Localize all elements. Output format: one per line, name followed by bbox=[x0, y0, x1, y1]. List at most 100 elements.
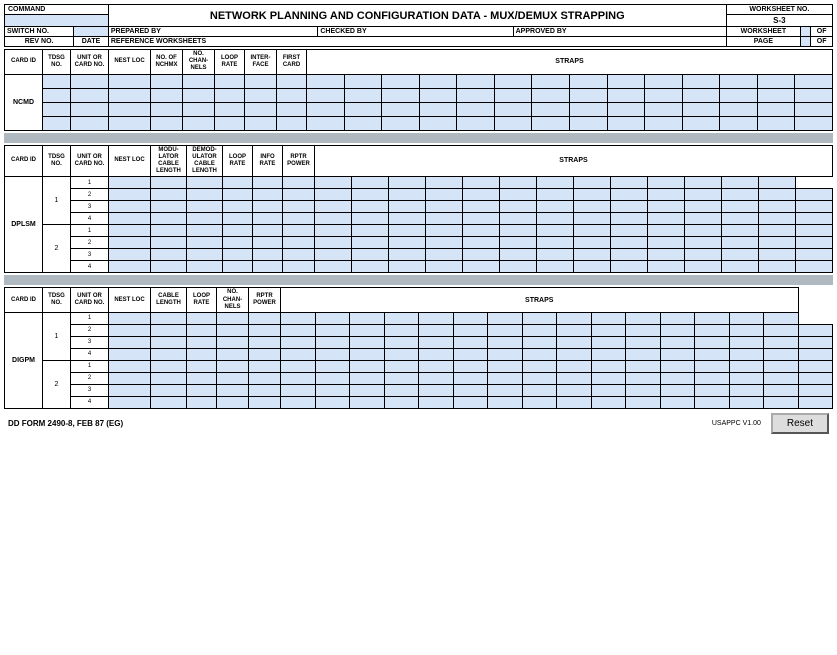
digpm-g2-r1: 2 1 bbox=[5, 360, 833, 372]
ncmd-data-cell[interactable] bbox=[71, 74, 109, 88]
dplsm-g2-r3-num: 3 bbox=[71, 249, 109, 261]
digpm-col-rptr: RPTR POWER bbox=[249, 288, 281, 313]
digpm-col-cable: CABLE LENGTH bbox=[151, 288, 187, 313]
ncmd-col-first-card: FIRST CARD bbox=[277, 50, 307, 75]
digpm-label: DIGPM bbox=[5, 312, 43, 408]
ncmd-row-3 bbox=[5, 102, 833, 116]
dplsm-g1-r1-num: 1 bbox=[71, 177, 109, 189]
digpm-g2-r3: 3 bbox=[5, 384, 833, 396]
dplsm-col-demod: DEMOD-ULATOR CABLE LENGTH bbox=[187, 145, 223, 177]
main-table: COMMAND NETWORK PLANNING AND CONFIGURATI… bbox=[4, 4, 833, 47]
form-label: DD FORM 2490-8, FEB 87 (EG) bbox=[8, 419, 123, 428]
worksheet-value[interactable] bbox=[801, 27, 811, 37]
divider-1 bbox=[4, 133, 833, 143]
page-value[interactable] bbox=[801, 37, 811, 47]
digpm-col-nest: NEST LOC bbox=[109, 288, 151, 313]
command-value[interactable] bbox=[5, 15, 109, 27]
digpm-col-tdsg: TDSG NO. bbox=[43, 288, 71, 313]
ncmd-row-label: NCMD bbox=[5, 74, 43, 130]
footer: DD FORM 2490-8, FEB 87 (EG) USAPPC V1.00… bbox=[4, 411, 833, 436]
ncmd-data-cell[interactable] bbox=[183, 74, 215, 88]
digpm-g1-r2-num: 2 bbox=[71, 324, 109, 336]
dplsm-label: DPLSM bbox=[5, 177, 43, 273]
page: COMMAND NETWORK PLANNING AND CONFIGURATI… bbox=[0, 0, 837, 655]
ncmd-strap-cell[interactable] bbox=[382, 74, 420, 88]
switch-no-label: SWITCH NO. bbox=[5, 27, 74, 37]
digpm-g1-r2: 2 bbox=[5, 324, 833, 336]
ncmd-data-cell[interactable] bbox=[245, 74, 277, 88]
dplsm-col-tdsg: TDSG NO. bbox=[43, 145, 71, 177]
ncmd-row-4 bbox=[5, 116, 833, 130]
ncmd-strap-cell[interactable] bbox=[457, 74, 495, 88]
ncmd-label-row: NCMD bbox=[5, 74, 833, 88]
digpm-g1-r4-num: 4 bbox=[71, 348, 109, 360]
ncmd-strap-cell[interactable] bbox=[307, 74, 345, 88]
dplsm-col-loop: LOOP RATE bbox=[223, 145, 253, 177]
digpm-g2-r3-num: 3 bbox=[71, 384, 109, 396]
ncmd-header-row: CARD ID TDSG NO. UNIT OR CARD NO. NEST L… bbox=[5, 50, 833, 75]
ncmd-strap-cell[interactable] bbox=[419, 74, 457, 88]
digpm-col-straps: STRAPS bbox=[281, 288, 799, 313]
ncmd-col-channels: NO. CHAN-NELS bbox=[183, 50, 215, 75]
ncmd-col-tdsg: TDSG NO. bbox=[43, 50, 71, 75]
date-label: DATE bbox=[74, 37, 109, 47]
dplsm-col-nest: NEST LOC bbox=[109, 145, 151, 177]
version-label: USAPPC V1.00 bbox=[712, 420, 761, 427]
ncmd-strap-cell[interactable] bbox=[720, 74, 758, 88]
ncmd-data-cell[interactable] bbox=[43, 74, 71, 88]
ncmd-col-straps: STRAPS bbox=[307, 50, 833, 75]
digpm-col-unit: UNIT OR CARD NO. bbox=[71, 288, 109, 313]
dplsm-g1-r3-num: 3 bbox=[71, 201, 109, 213]
worksheet-no-value: S-3 bbox=[726, 15, 832, 27]
dplsm-g2-num: 2 bbox=[43, 225, 71, 273]
ncmd-strap-cell[interactable] bbox=[532, 74, 570, 88]
dplsm-g1-r3: 3 bbox=[5, 201, 833, 213]
dplsm-g1-r2-num: 2 bbox=[71, 189, 109, 201]
ncmd-strap-cell[interactable] bbox=[569, 74, 607, 88]
dplsm-g1-r4: 4 bbox=[5, 213, 833, 225]
dplsm-g2-r2: 2 bbox=[5, 237, 833, 249]
digpm-col-loop: LOOP RATE bbox=[187, 288, 217, 313]
reference-worksheets-label: REFERENCE WORKSHEETS bbox=[108, 37, 726, 47]
divider-2 bbox=[4, 275, 833, 285]
ncmd-strap-cell[interactable] bbox=[607, 74, 645, 88]
dplsm-g1-num: 1 bbox=[43, 177, 71, 225]
worksheet-no-label: WORKSHEET NO. bbox=[726, 5, 832, 15]
dplsm-col-card-id: CARD ID bbox=[5, 145, 43, 177]
ncmd-strap-cell[interactable] bbox=[682, 74, 720, 88]
dplsm-g2-r1: 2 1 bbox=[5, 225, 833, 237]
ncmd-strap-cell[interactable] bbox=[344, 74, 382, 88]
ncmd-col-loop: LOOP RATE bbox=[215, 50, 245, 75]
dplsm-g2-r3: 3 bbox=[5, 249, 833, 261]
ncmd-table: CARD ID TDSG NO. UNIT OR CARD NO. NEST L… bbox=[4, 49, 833, 131]
approved-by-label: APPROVED BY bbox=[513, 27, 726, 37]
ncmd-strap-cell[interactable] bbox=[757, 74, 795, 88]
reset-button[interactable]: Reset bbox=[771, 413, 829, 434]
rev-no-label: REV NO. bbox=[5, 37, 74, 47]
dplsm-g2-r4: 4 bbox=[5, 261, 833, 273]
header-row-1: COMMAND NETWORK PLANNING AND CONFIGURATI… bbox=[5, 5, 833, 15]
ncmd-col-unit: UNIT OR CARD NO. bbox=[71, 50, 109, 75]
dplsm-table: CARD ID TDSG NO. UNIT OR CARD NO. NEST L… bbox=[4, 145, 833, 274]
dplsm-col-rptr: RPTR POWER bbox=[283, 145, 315, 177]
digpm-g2-r4: 4 bbox=[5, 396, 833, 408]
ncmd-strap-cell[interactable] bbox=[795, 74, 833, 88]
ncmd-data-cell[interactable] bbox=[215, 74, 245, 88]
main-title: NETWORK PLANNING AND CONFIGURATION DATA … bbox=[108, 5, 726, 27]
checked-by-label: CHECKED BY bbox=[318, 27, 513, 37]
ncmd-data-cell[interactable] bbox=[151, 74, 183, 88]
ncmd-data-cell[interactable] bbox=[109, 74, 151, 88]
dplsm-g1-r4-num: 4 bbox=[71, 213, 109, 225]
dplsm-col-modu: MODU-LATOR CABLE LENGTH bbox=[151, 145, 187, 177]
ncmd-strap-cell[interactable] bbox=[494, 74, 532, 88]
header-row-3: SWITCH NO. PREPARED BY CHECKED BY APPROV… bbox=[5, 27, 833, 37]
digpm-col-card-id: CARD ID bbox=[5, 288, 43, 313]
dplsm-g2-r2-num: 2 bbox=[71, 237, 109, 249]
ncmd-strap-cell[interactable] bbox=[645, 74, 683, 88]
ncmd-row-2 bbox=[5, 88, 833, 102]
switch-no-value[interactable] bbox=[74, 27, 109, 37]
digpm-g1-r4: 4 bbox=[5, 348, 833, 360]
ncmd-data-cell[interactable] bbox=[277, 74, 307, 88]
dplsm-g1-r1: DPLSM 1 1 bbox=[5, 177, 833, 189]
page-label: PAGE bbox=[726, 37, 800, 47]
